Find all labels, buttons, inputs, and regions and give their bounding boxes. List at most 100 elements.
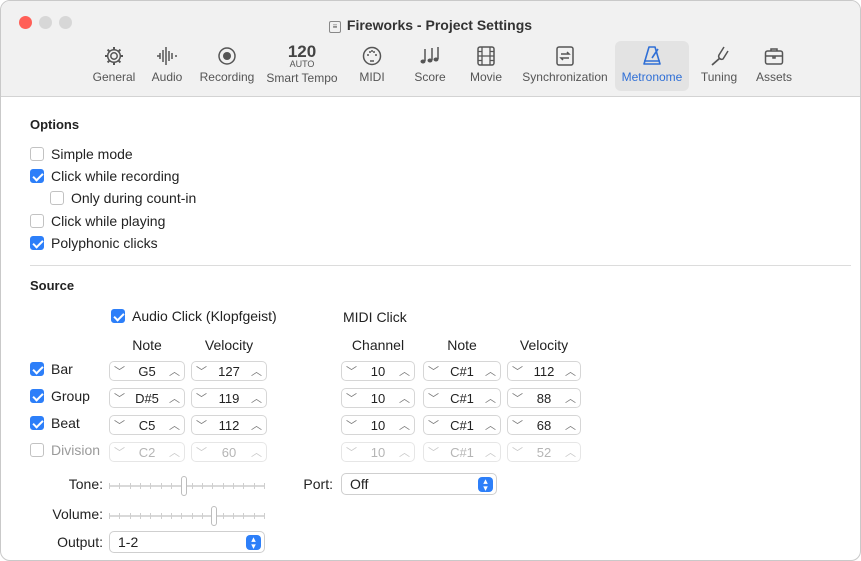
chevron-down-icon[interactable]: ﹀ [196, 390, 207, 406]
port-popup[interactable]: Off ▴ ▾ [341, 473, 497, 495]
row-group-checkbox[interactable]: Group [30, 388, 90, 404]
chevron-down-icon[interactable]: ﹀ [114, 444, 125, 460]
tab-assets[interactable]: Assets [749, 41, 799, 91]
tab-synchronization[interactable]: Synchronization [517, 41, 613, 91]
chevron-up-icon[interactable]: ︿ [399, 390, 410, 406]
chevron-up-icon[interactable]: ︿ [251, 363, 262, 379]
chevron-down-icon[interactable]: ﹀ [346, 444, 357, 460]
midi-note-stepper[interactable]: ﹀ C#1 ︿ [423, 388, 501, 408]
chevron-down-icon[interactable]: ﹀ [428, 390, 439, 406]
midi-velocity-stepper[interactable]: ﹀ 68 ︿ [507, 415, 581, 435]
chevron-up-icon[interactable]: ︿ [251, 417, 262, 433]
tone-label: Tone: [68, 476, 103, 492]
port-label: Port: [303, 476, 333, 492]
audio-click-checkbox[interactable]: Audio Click (Klopfgeist) [111, 308, 277, 324]
tab-movie[interactable]: Movie [462, 41, 510, 91]
volume-label: Volume: [52, 506, 103, 522]
polyphonic-clicks-checkbox[interactable]: Polyphonic clicks [30, 235, 158, 251]
tab-general[interactable]: General [85, 41, 143, 91]
chevron-down-icon[interactable]: ﹀ [428, 444, 439, 460]
slider-knob[interactable] [181, 476, 187, 496]
tab-midi[interactable]: MIDI [349, 41, 395, 91]
waveform-icon [143, 44, 191, 70]
chevron-down-icon[interactable]: ﹀ [346, 417, 357, 433]
tab-tuning[interactable]: Tuning [695, 41, 743, 91]
chevron-up-icon[interactable]: ︿ [169, 444, 180, 460]
velocity-stepper[interactable]: ﹀ 119 ︿ [191, 388, 267, 408]
tab-metronome[interactable]: Metronome [615, 41, 689, 91]
tab-score[interactable]: Score [407, 41, 453, 91]
project-settings-window: ≡ Fireworks - Project Settings General Au… [0, 0, 861, 561]
tab-metronome-label: Metronome [621, 70, 683, 84]
velocity-stepper[interactable]: ﹀ 127 ︿ [191, 361, 267, 381]
chevron-down-icon[interactable]: ﹀ [512, 417, 523, 433]
chevron-down-icon[interactable]: ﹀ [196, 363, 207, 379]
output-label: Output: [57, 534, 103, 550]
click-while-playing-checkbox[interactable]: Click while playing [30, 213, 165, 229]
chevron-up-icon[interactable]: ︿ [251, 390, 262, 406]
chevron-down-icon[interactable]: ﹀ [196, 444, 207, 460]
chevron-up-icon[interactable]: ︿ [169, 417, 180, 433]
only-during-count-in-checkbox[interactable]: Only during count-in [50, 190, 196, 206]
note-stepper[interactable]: ﹀ C2 ︿ [109, 442, 185, 462]
chevron-up-icon[interactable]: ︿ [485, 417, 496, 433]
chevron-down-icon[interactable]: ﹀ [512, 363, 523, 379]
chevron-down-icon[interactable]: ﹀ [114, 363, 125, 379]
chevron-up-icon[interactable]: ︿ [565, 417, 576, 433]
chevron-up-icon[interactable]: ︿ [399, 417, 410, 433]
output-popup[interactable]: 1-2 ▴ ▾ [109, 531, 265, 553]
chevron-down-icon[interactable]: ﹀ [428, 363, 439, 379]
chevron-up-icon[interactable]: ︿ [251, 444, 262, 460]
tone-slider[interactable] [109, 476, 265, 496]
chevron-up-icon[interactable]: ︿ [565, 444, 576, 460]
tab-smart-tempo[interactable]: 120 AUTO Smart Tempo [263, 41, 341, 91]
slider-knob[interactable] [211, 506, 217, 526]
midi-channel-stepper[interactable]: ﹀ 10 ︿ [341, 388, 415, 408]
simple-mode-checkbox[interactable]: Simple mode [30, 146, 133, 162]
chevron-up-icon[interactable]: ︿ [485, 390, 496, 406]
chevron-down-icon[interactable]: ﹀ [512, 390, 523, 406]
tab-recording[interactable]: Recording [196, 41, 258, 91]
chevron-up-icon[interactable]: ︿ [399, 363, 410, 379]
chevron-up-icon[interactable]: ︿ [565, 390, 576, 406]
tempo-mode: AUTO [289, 59, 315, 69]
row-beat-checkbox[interactable]: Beat [30, 415, 80, 431]
chevron-down-icon[interactable]: ﹀ [512, 444, 523, 460]
chevron-up-icon[interactable]: ︿ [485, 444, 496, 460]
chevron-down-icon[interactable]: ﹀ [196, 417, 207, 433]
click-while-recording-checkbox[interactable]: Click while recording [30, 168, 179, 184]
midi-velocity-stepper[interactable]: ﹀ 88 ︿ [507, 388, 581, 408]
chevron-up-icon[interactable]: ︿ [399, 444, 410, 460]
chevron-up-icon[interactable]: ︿ [485, 363, 496, 379]
chevron-down-icon[interactable]: ﹀ [428, 417, 439, 433]
midi-note-column-header: Note [447, 337, 477, 353]
midi-velocity-stepper[interactable]: ﹀ 112 ︿ [507, 361, 581, 381]
volume-slider[interactable] [109, 506, 265, 526]
chevron-down-icon[interactable]: ﹀ [346, 390, 357, 406]
note-stepper[interactable]: ﹀ G5 ︿ [109, 361, 185, 381]
music-notes-icon [407, 44, 453, 70]
midi-channel-stepper[interactable]: ﹀ 10 ︿ [341, 415, 415, 435]
tab-audio-label: Audio [151, 70, 183, 84]
chevron-up-icon[interactable]: ︿ [169, 390, 180, 406]
note-stepper[interactable]: ﹀ D#5 ︿ [109, 388, 185, 408]
chevron-down-icon[interactable]: ﹀ [114, 417, 125, 433]
chevron-down-icon[interactable]: ﹀ [114, 390, 125, 406]
chevron-up-icon[interactable]: ︿ [169, 363, 180, 379]
note-stepper[interactable]: ﹀ C5 ︿ [109, 415, 185, 435]
velocity-stepper[interactable]: ﹀ 60 ︿ [191, 442, 267, 462]
midi-note-stepper[interactable]: ﹀ C#1 ︿ [423, 415, 501, 435]
tab-midi-label: MIDI [359, 70, 385, 84]
midi-note-stepper[interactable]: ﹀ C#1 ︿ [423, 361, 501, 381]
row-bar-checkbox[interactable]: Bar [30, 361, 73, 377]
tab-audio[interactable]: Audio [143, 41, 191, 91]
velocity-stepper[interactable]: ﹀ 112 ︿ [191, 415, 267, 435]
midi-velocity-stepper[interactable]: ﹀ 52 ︿ [507, 442, 581, 462]
sync-icon [517, 44, 613, 70]
midi-channel-stepper[interactable]: ﹀ 10 ︿ [341, 361, 415, 381]
midi-channel-stepper[interactable]: ﹀ 10 ︿ [341, 442, 415, 462]
chevron-down-icon[interactable]: ﹀ [346, 363, 357, 379]
row-division-checkbox[interactable]: Division [30, 442, 100, 458]
chevron-up-icon[interactable]: ︿ [565, 363, 576, 379]
midi-note-stepper[interactable]: ﹀ C#1 ︿ [423, 442, 501, 462]
